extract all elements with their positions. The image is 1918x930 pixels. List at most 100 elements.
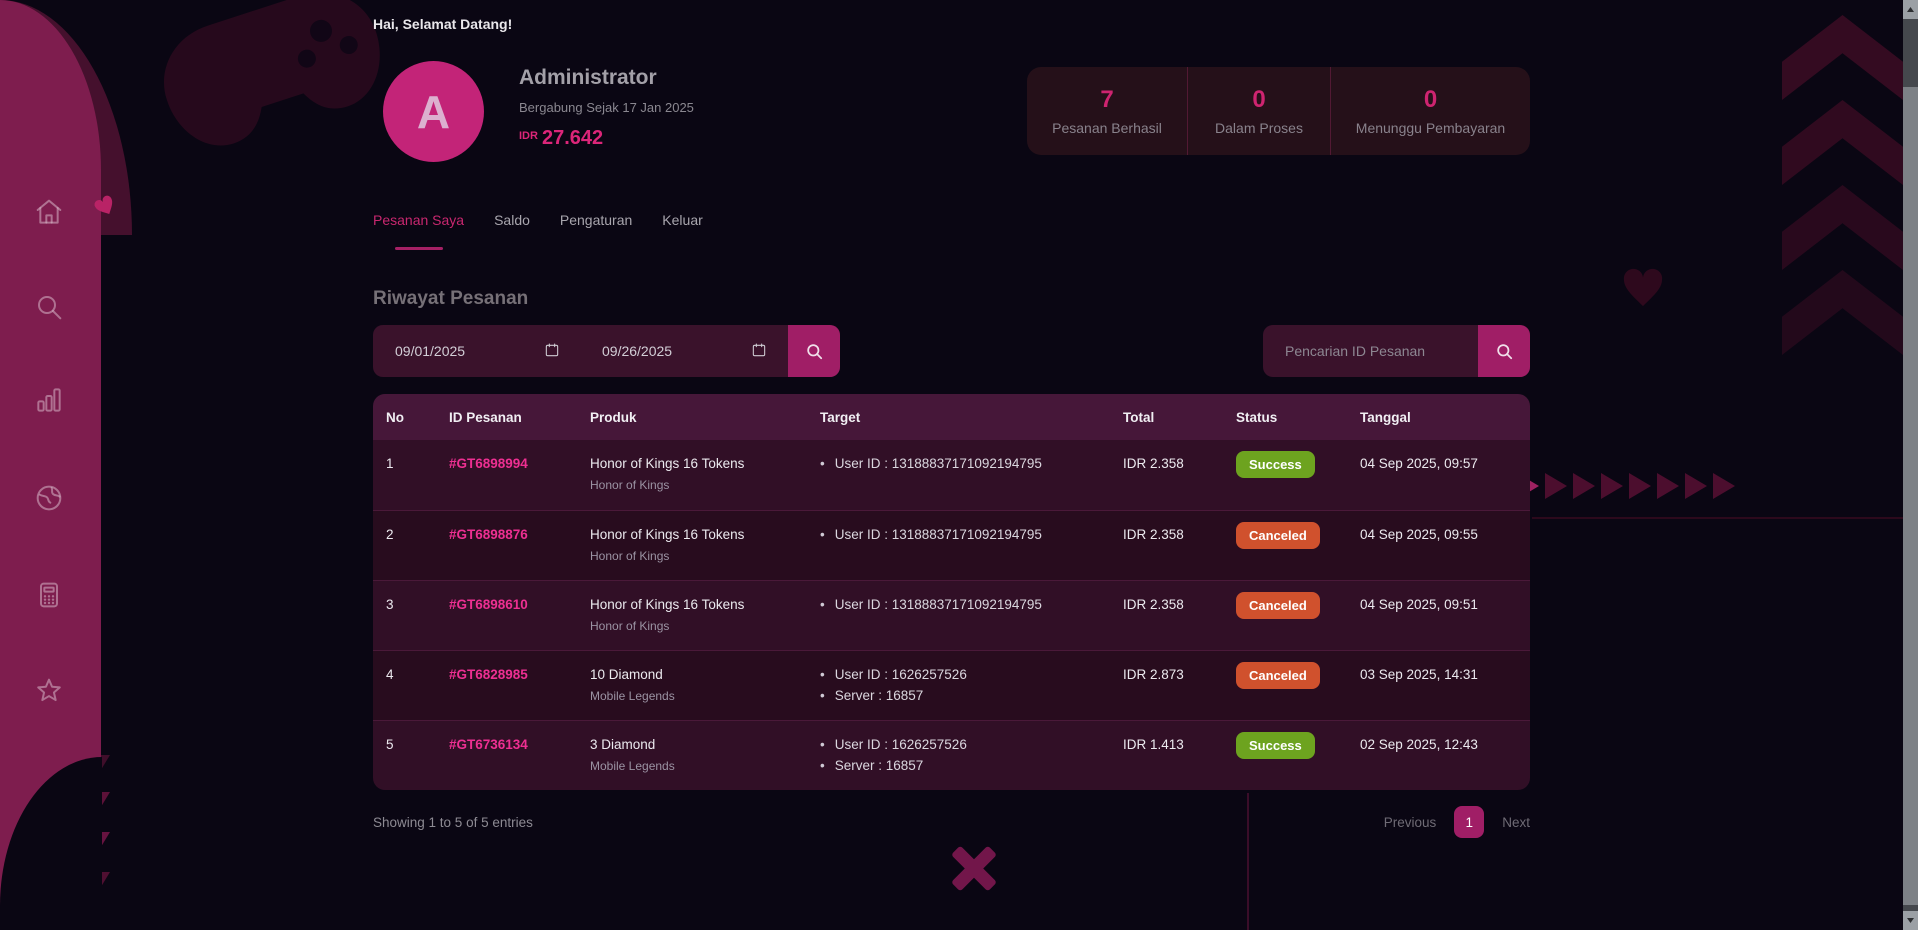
tab-pengaturan[interactable]: Pengaturan bbox=[560, 212, 632, 252]
product-cell: Honor of Kings 16 Tokens Honor of Kings bbox=[590, 511, 820, 580]
product-name: Honor of Kings 16 Tokens bbox=[590, 456, 745, 471]
stat-value: 7 bbox=[1100, 86, 1114, 113]
order-id-link[interactable]: #GT6828985 bbox=[449, 651, 590, 720]
next-button[interactable]: Next bbox=[1502, 815, 1530, 830]
row-number: 2 bbox=[386, 527, 394, 542]
bar-chart-icon bbox=[37, 388, 61, 412]
username: Administrator bbox=[519, 66, 657, 89]
home-icon bbox=[36, 199, 62, 224]
welcome-message: Hai, Selamat Datang! bbox=[373, 16, 513, 32]
row-number: 5 bbox=[386, 737, 394, 752]
target-line: Server : 16857 bbox=[820, 688, 1123, 703]
date-from-input[interactable] bbox=[395, 343, 495, 359]
product-cell: Honor of Kings 16 Tokens Honor of Kings bbox=[590, 581, 820, 650]
page-1-button[interactable]: 1 bbox=[1454, 806, 1485, 838]
chevron-decoration bbox=[1782, 15, 1903, 100]
id-search-button[interactable] bbox=[1478, 325, 1530, 377]
calendar-icon[interactable] bbox=[544, 342, 560, 361]
tab-keluar[interactable]: Keluar bbox=[662, 212, 702, 252]
table-row: 1 #GT6898994 Honor of Kings 16 Tokens Ho… bbox=[373, 440, 1530, 510]
scroll-up-button[interactable] bbox=[1903, 0, 1918, 19]
status-badge: Success bbox=[1236, 732, 1315, 759]
triangle-decoration bbox=[1573, 473, 1595, 499]
table-header: No ID Pesanan Produk Target Total Status… bbox=[373, 394, 1530, 440]
date-to-field[interactable] bbox=[580, 325, 787, 377]
target-line: User ID : 13188837171092194795 bbox=[820, 597, 1123, 612]
stat-label: Dalam Proses bbox=[1215, 120, 1303, 136]
down-arrow-icon bbox=[1907, 918, 1914, 923]
sidebar-item-invoice[interactable] bbox=[33, 579, 65, 611]
target-line: User ID : 1626257526 bbox=[820, 737, 1123, 752]
sidebar-item-home[interactable] bbox=[33, 196, 65, 228]
date-to-input[interactable] bbox=[602, 343, 702, 359]
calendar-icon[interactable] bbox=[751, 342, 767, 361]
avatar: A bbox=[383, 61, 484, 162]
search-icon bbox=[1496, 343, 1512, 359]
header-tanggal: Tanggal bbox=[1360, 409, 1411, 425]
product-cell: Honor of Kings 16 Tokens Honor of Kings bbox=[590, 440, 820, 510]
x-decoration bbox=[951, 845, 997, 892]
table-row: 4 #GT6828985 10 Diamond Mobile Legends U… bbox=[373, 650, 1530, 720]
balance-amount: 27.642 bbox=[541, 127, 604, 149]
order-total: IDR 2.358 bbox=[1123, 597, 1184, 612]
scroll-down-button[interactable] bbox=[1903, 911, 1918, 930]
table-row: 2 #GT6898876 Honor of Kings 16 Tokens Ho… bbox=[373, 510, 1530, 580]
date-search-button[interactable] bbox=[788, 325, 840, 377]
profile-tabs: Pesanan Saya Saldo Pengaturan Keluar bbox=[373, 212, 703, 252]
chevron-decoration bbox=[1782, 270, 1903, 355]
sidebar-item-search[interactable] bbox=[33, 291, 65, 323]
scrollbar[interactable] bbox=[1903, 0, 1918, 930]
order-date: 04 Sep 2025, 09:57 bbox=[1360, 456, 1478, 471]
order-id-link[interactable]: #GT6736134 bbox=[449, 721, 590, 790]
triangle-decoration bbox=[1657, 473, 1679, 499]
stat-value: 0 bbox=[1252, 86, 1266, 113]
header-produk: Produk bbox=[590, 409, 637, 425]
game-name: Mobile Legends bbox=[590, 689, 675, 703]
target-line: User ID : 1626257526 bbox=[820, 667, 1123, 682]
sidebar-item-browse[interactable] bbox=[33, 482, 65, 514]
user-dashboard: Hai, Selamat Datang! A Administrator Ber… bbox=[0, 0, 1918, 930]
tab-pesanan-saya[interactable]: Pesanan Saya bbox=[373, 212, 464, 252]
entries-summary: Showing 1 to 5 of 5 entries bbox=[373, 814, 533, 830]
game-name: Honor of Kings bbox=[590, 619, 670, 633]
order-history-table: No ID Pesanan Produk Target Total Status… bbox=[373, 394, 1530, 790]
target-line: User ID : 13188837171092194795 bbox=[820, 456, 1123, 471]
header-no: No bbox=[386, 409, 404, 425]
balance: IDR 27.642 bbox=[519, 127, 603, 150]
header-id: ID Pesanan bbox=[449, 409, 522, 425]
currency-label: IDR bbox=[519, 130, 538, 142]
stat-value: 0 bbox=[1423, 86, 1438, 113]
triangle-decoration bbox=[1545, 473, 1567, 499]
chevron-decoration bbox=[1782, 100, 1903, 185]
status-cell: Success bbox=[1236, 440, 1360, 510]
target-cell: User ID : 13188837171092194795 bbox=[820, 581, 1123, 650]
order-id-link[interactable]: #GT6898994 bbox=[449, 440, 590, 510]
table-row: 3 #GT6898610 Honor of Kings 16 Tokens Ho… bbox=[373, 580, 1530, 650]
order-total: IDR 2.358 bbox=[1123, 456, 1184, 471]
sidebar-item-favorites[interactable] bbox=[33, 675, 65, 707]
sidebar-item-stats[interactable] bbox=[33, 384, 65, 416]
status-badge: Success bbox=[1236, 451, 1315, 478]
triangle-decoration bbox=[1601, 473, 1623, 499]
tab-saldo[interactable]: Saldo bbox=[494, 212, 530, 252]
product-name: 10 Diamond bbox=[590, 667, 663, 682]
header-status: Status bbox=[1236, 409, 1278, 425]
order-id-link[interactable]: #GT6898610 bbox=[449, 581, 590, 650]
table-footer: Showing 1 to 5 of 5 entries Previous 1 N… bbox=[373, 806, 1530, 838]
previous-button[interactable]: Previous bbox=[1384, 815, 1437, 830]
order-id-search bbox=[1263, 325, 1530, 377]
search-icon bbox=[806, 343, 822, 359]
order-total: IDR 2.873 bbox=[1123, 667, 1184, 682]
target-cell: User ID : 1626257526 Server : 16857 bbox=[820, 721, 1123, 790]
date-from-field[interactable] bbox=[373, 325, 580, 377]
table-body: 1 #GT6898994 Honor of Kings 16 Tokens Ho… bbox=[373, 440, 1530, 790]
status-cell: Canceled bbox=[1236, 581, 1360, 650]
search-input[interactable] bbox=[1263, 325, 1478, 377]
product-cell: 10 Diamond Mobile Legends bbox=[590, 651, 820, 720]
status-cell: Canceled bbox=[1236, 511, 1360, 580]
pagination: Previous 1 Next bbox=[1384, 806, 1530, 838]
scrollbar-thumb[interactable] bbox=[1903, 87, 1918, 905]
status-cell: Success bbox=[1236, 721, 1360, 790]
order-id-link[interactable]: #GT6898876 bbox=[449, 511, 590, 580]
row-number: 4 bbox=[386, 667, 394, 682]
